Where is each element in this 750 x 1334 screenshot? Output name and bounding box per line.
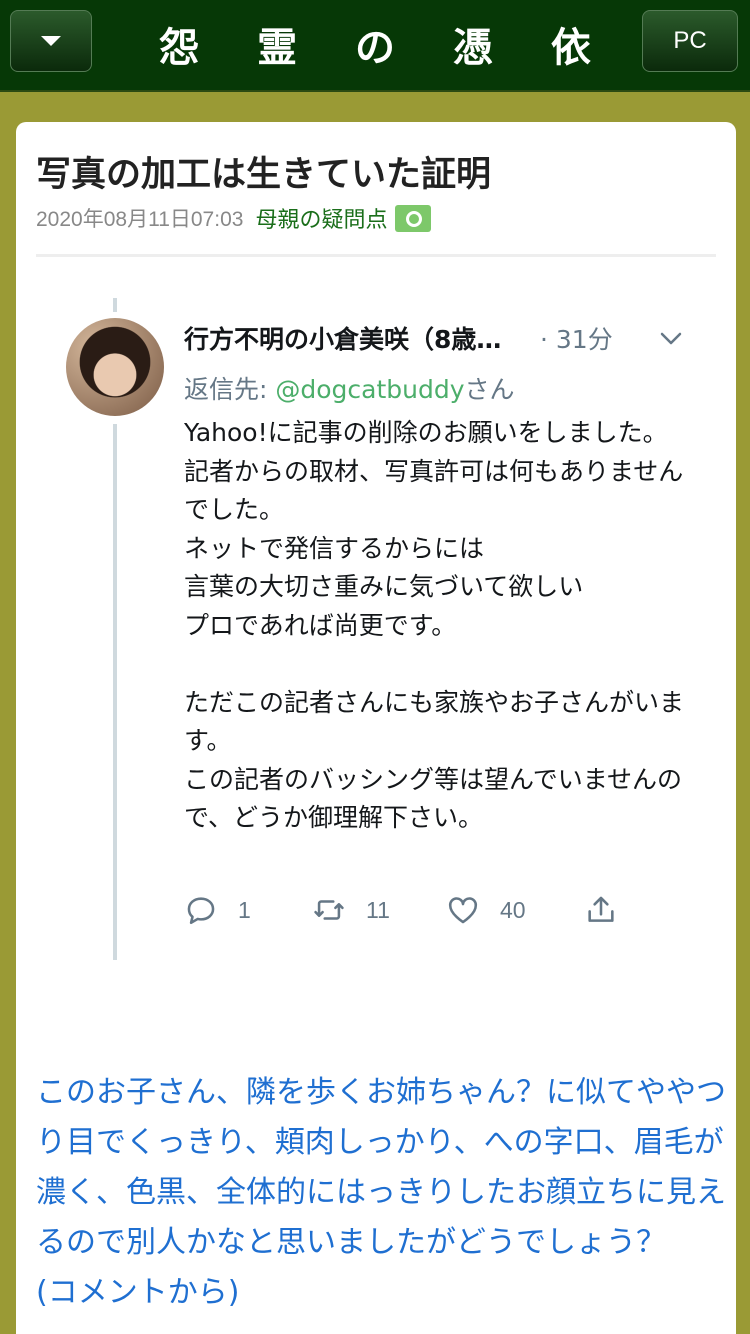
reply-icon (187, 897, 215, 925)
article-title: 写真の加工は生きていた証明 (36, 155, 492, 195)
share-icon (588, 896, 614, 922)
category-link[interactable]: 母親の疑問点 (255, 202, 387, 234)
reply-handle-link[interactable]: @dogcatbuddy (275, 375, 464, 404)
tweet-text: Yahoo!に記事の削除のお願いをしました。 記者からの取材、写真許可は何もあり… (184, 418, 685, 832)
divider (36, 254, 716, 257)
like-button[interactable]: 40 (446, 888, 526, 932)
camera-icon (395, 204, 432, 232)
header-bar: 怨 霊 の 憑 依 PC (0, 0, 750, 92)
reply-label: 返信先: (184, 375, 276, 404)
menu-button[interactable] (10, 10, 92, 72)
share-button[interactable] (584, 888, 618, 932)
reply-button[interactable]: 1 (184, 888, 251, 932)
reply-suffix: さん (464, 375, 515, 404)
retweet-button[interactable]: 11 (312, 888, 390, 932)
article-card: 写真の加工は生きていた証明 2020年08月11日07:03 母親の疑問点 行方… (16, 122, 736, 1334)
reply-to-line: 返信先: @dogcatbuddyさん (184, 370, 515, 406)
article-meta: 2020年08月11日07:03 母親の疑問点 (36, 202, 432, 234)
chevron-down-icon (41, 36, 61, 46)
thread-line (113, 298, 117, 312)
reply-count: 1 (238, 896, 251, 923)
retweet-icon (314, 900, 344, 920)
tweet-timestamp[interactable]: · 31分 (540, 320, 613, 356)
avatar[interactable] (66, 318, 164, 416)
thread-line (113, 424, 117, 960)
chevron-down-icon[interactable] (659, 326, 683, 350)
tweet-actions: 1 11 40 (184, 888, 664, 932)
tweet-author-name[interactable]: 行方不明の小倉美咲（8歳… (184, 320, 544, 356)
pc-view-button[interactable]: PC (642, 10, 738, 72)
article-date: 2020年08月11日07:03 (36, 208, 244, 231)
like-count: 40 (500, 896, 526, 923)
retweet-count: 11 (366, 896, 390, 923)
heart-icon (448, 897, 478, 924)
comment-text[interactable]: このお子さん、隣を歩くお姉ちゃん？に似てややつり目でくっきり、頬肉しっかり、への… (36, 1068, 726, 1318)
site-title[interactable]: 怨 霊 の 憑 依 (110, 0, 640, 88)
